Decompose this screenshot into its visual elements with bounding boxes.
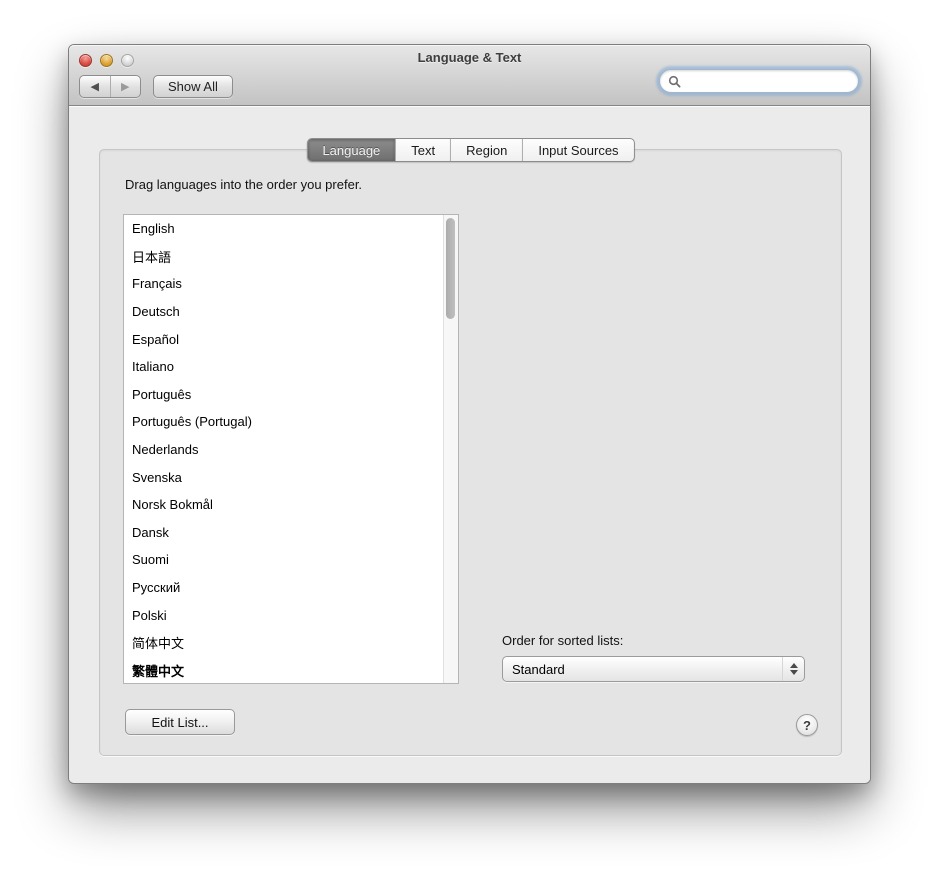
search-icon [668, 75, 681, 88]
language-list-item[interactable]: Polski [124, 601, 443, 629]
language-list-item[interactable]: Deutsch [124, 298, 443, 326]
language-list-item[interactable]: Svenska [124, 463, 443, 491]
forward-arrow-icon: ▶ [121, 80, 129, 93]
language-list-item[interactable]: Italiano [124, 353, 443, 381]
tab-language[interactable]: Language [307, 139, 396, 161]
language-list-item[interactable]: Français [124, 270, 443, 298]
language-list-item[interactable]: 简体中文 [124, 629, 443, 657]
scrollbar-track[interactable] [443, 215, 458, 683]
language-list[interactable]: English日本語FrançaisDeutschEspañolItaliano… [123, 214, 459, 684]
search-input[interactable] [685, 74, 861, 89]
tab-text[interactable]: Text [396, 139, 451, 161]
sort-order-value: Standard [503, 662, 782, 677]
tab-region[interactable]: Region [451, 139, 523, 161]
language-list-item[interactable]: Português (Portugal) [124, 408, 443, 436]
language-and-text-window: Language & Text ◀ ▶ Show All [68, 44, 871, 784]
back-arrow-icon: ◀ [91, 80, 99, 93]
language-list-item[interactable]: 繁體中文 [124, 657, 443, 684]
language-list-item[interactable]: Dansk [124, 519, 443, 547]
language-list-item[interactable]: English [124, 215, 443, 243]
forward-button[interactable]: ▶ [111, 76, 141, 97]
popup-arrows-icon [782, 657, 804, 681]
language-list-item[interactable]: Norsk Bokmål [124, 491, 443, 519]
language-list-item[interactable]: Português [124, 381, 443, 409]
tab-input-sources[interactable]: Input Sources [523, 139, 633, 161]
help-button[interactable]: ? [796, 714, 818, 736]
edit-list-button[interactable]: Edit List... [125, 709, 235, 735]
window-title: Language & Text [69, 50, 870, 65]
instruction-text: Drag languages into the order you prefer… [125, 177, 362, 192]
sort-order-label: Order for sorted lists: [502, 633, 623, 648]
language-list-item[interactable]: Nederlands [124, 436, 443, 464]
tab-bar: Language Text Region Input Sources [306, 138, 634, 162]
show-all-button[interactable]: Show All [153, 75, 233, 98]
back-button[interactable]: ◀ [80, 76, 111, 97]
sort-order-select[interactable]: Standard [502, 656, 805, 682]
scrollbar-thumb[interactable] [446, 218, 455, 319]
language-list-item[interactable]: 日本語 [124, 243, 443, 271]
content-area: Language Text Region Input Sources Drag … [69, 106, 870, 783]
language-list-item[interactable]: Español [124, 325, 443, 353]
search-field[interactable] [659, 69, 859, 93]
language-pane: Language Text Region Input Sources Drag … [99, 149, 842, 756]
language-list-item[interactable]: Suomi [124, 546, 443, 574]
title-bar[interactable]: Language & Text ◀ ▶ Show All [69, 45, 870, 106]
language-list-item[interactable]: Русский [124, 574, 443, 602]
language-list-rows: English日本語FrançaisDeutschEspañolItaliano… [124, 215, 443, 683]
back-forward-control: ◀ ▶ [79, 75, 141, 98]
desktop: Language & Text ◀ ▶ Show All [0, 0, 939, 880]
